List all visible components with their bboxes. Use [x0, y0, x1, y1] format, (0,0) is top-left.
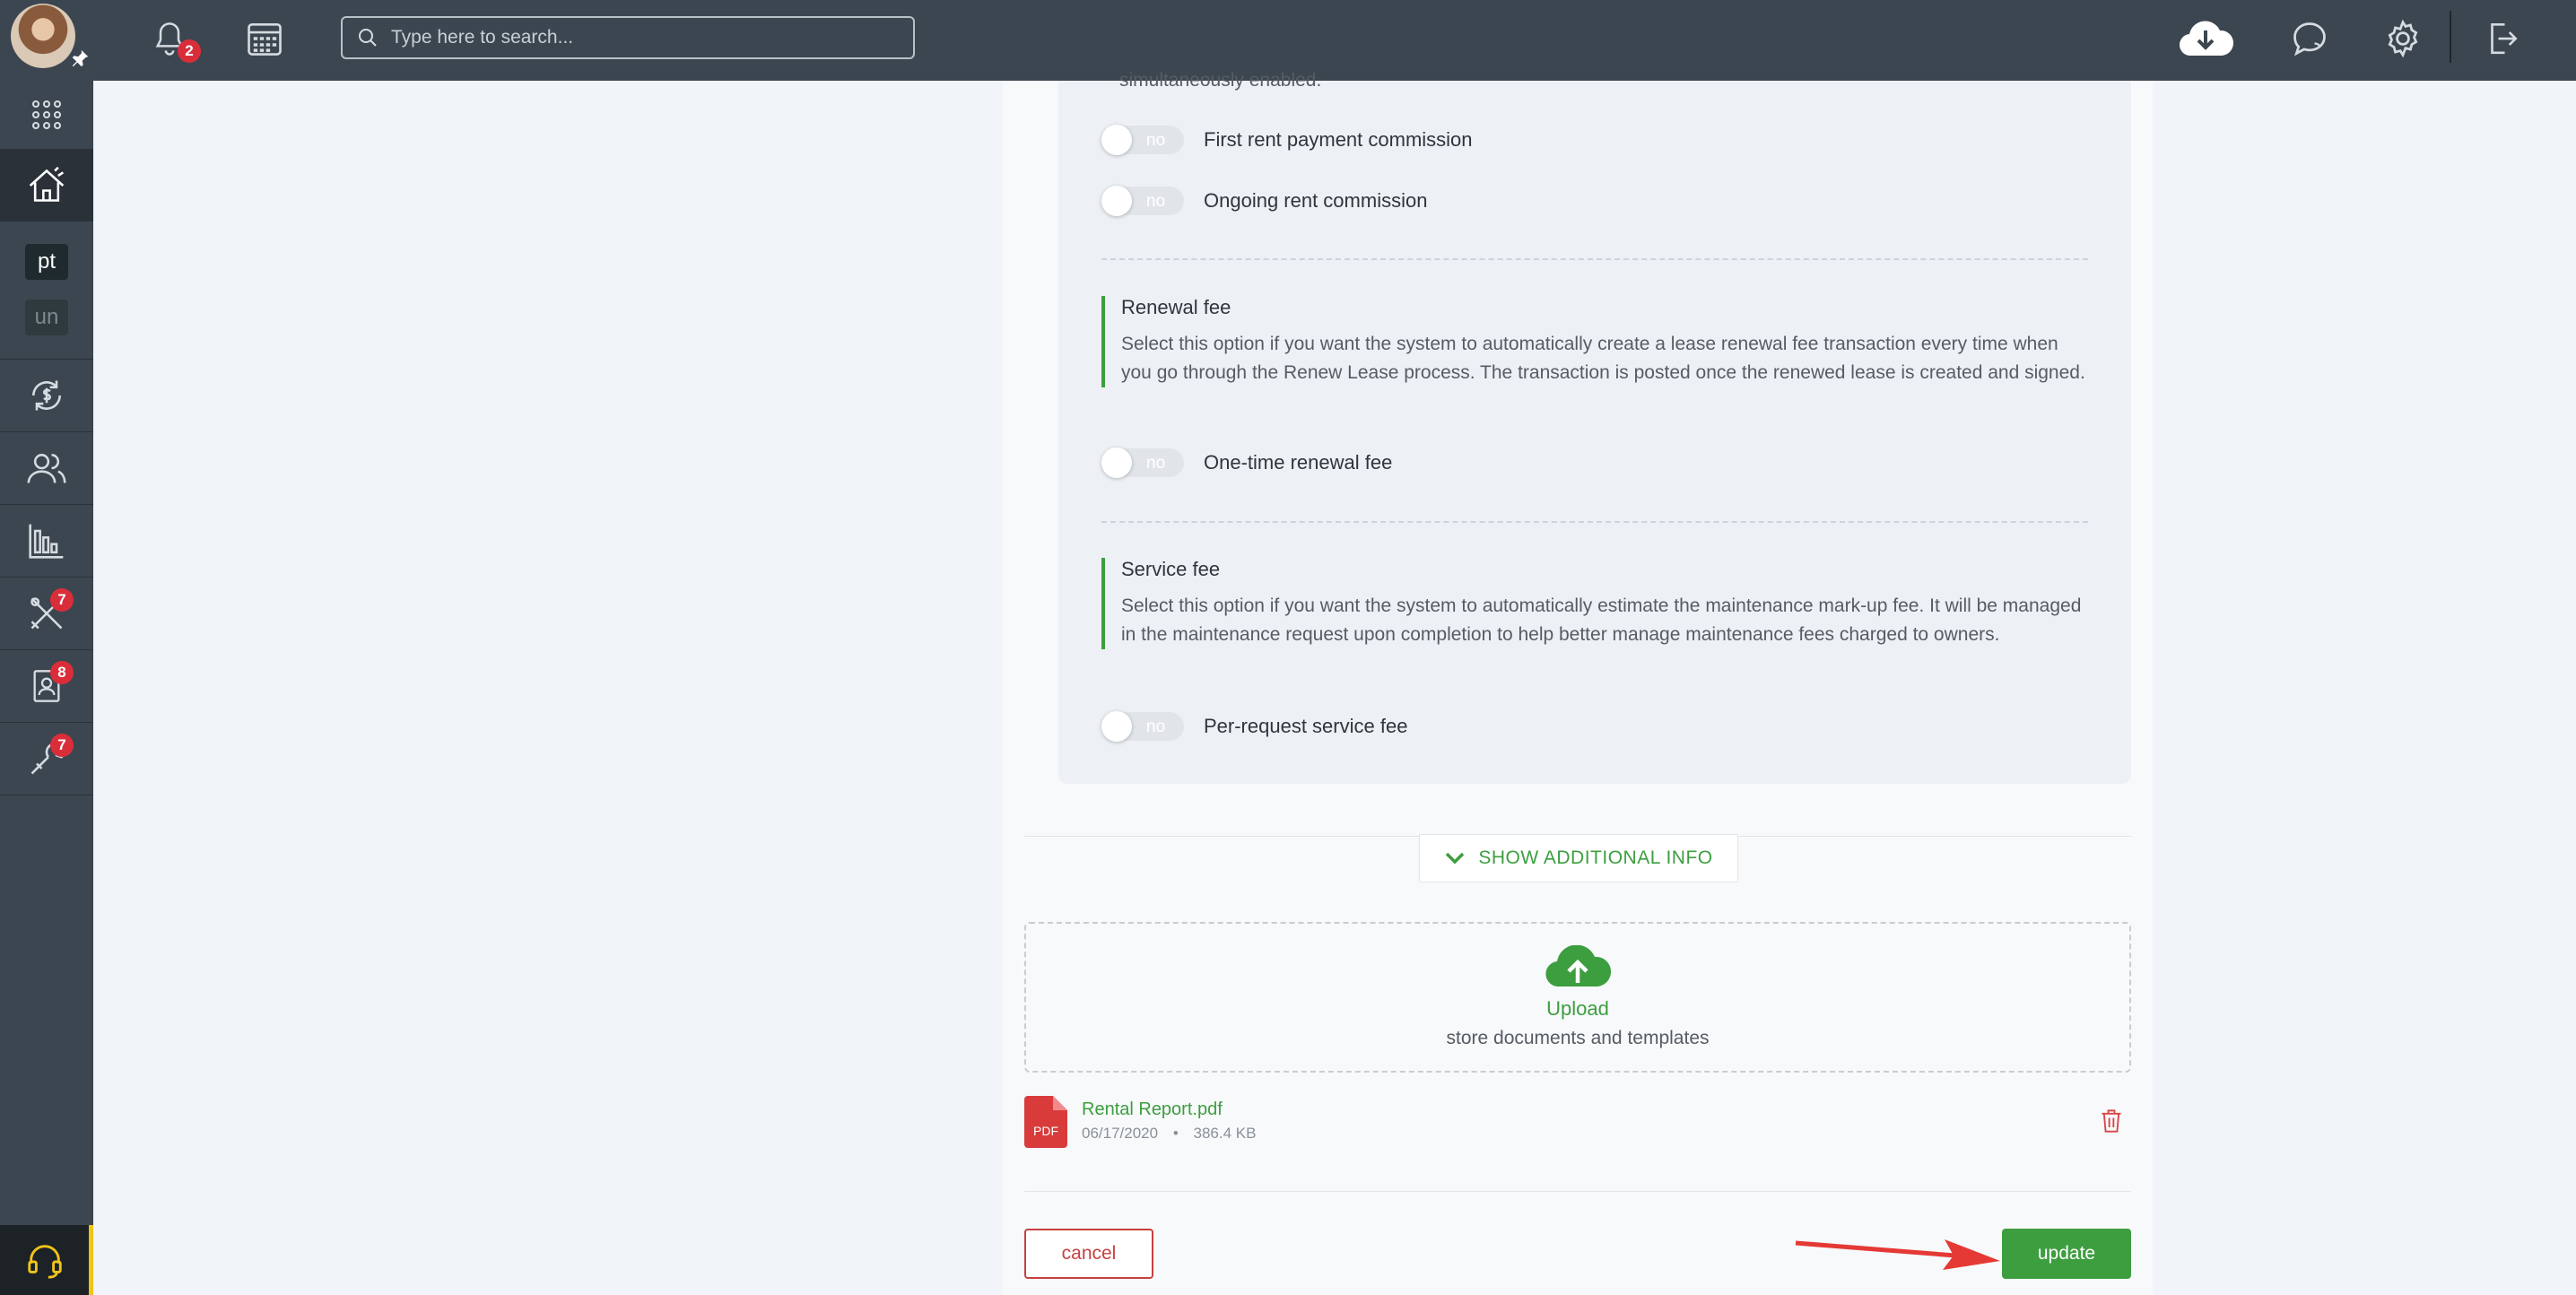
- section-divider: [1101, 258, 2088, 260]
- house-icon: [29, 166, 65, 202]
- toggle-knob: [1101, 125, 1132, 155]
- cloud-download-icon: [2179, 21, 2234, 56]
- chevron-down-icon: [1446, 852, 1465, 865]
- bar-chart-icon: [29, 524, 64, 559]
- renewal-fee-description: Select this option if you want the syste…: [1121, 334, 2085, 383]
- service-fee-title: Service fee: [1121, 558, 1221, 580]
- topbar-divider: [2450, 11, 2451, 63]
- sidebar-item-people[interactable]: [0, 432, 93, 504]
- tools-badge: 7: [50, 734, 74, 757]
- first-rent-commission-label: First rent payment commission: [1204, 128, 1473, 151]
- toggle-knob: [1101, 711, 1132, 742]
- sidebar-abbr-pt: pt: [25, 244, 68, 280]
- sidebar-item-un[interactable]: un: [0, 298, 93, 337]
- sidebar: pt un 7 8 7: [0, 81, 93, 1295]
- pin-icon[interactable]: [70, 48, 90, 68]
- renewal-fee-toggle[interactable]: no: [1101, 448, 1184, 478]
- notifications-badge: 2: [178, 39, 201, 63]
- search-input[interactable]: [391, 27, 893, 48]
- contacts-badge: 8: [50, 661, 74, 684]
- service-fee-description: Select this option if you want the syste…: [1121, 595, 2082, 645]
- toggle-knob: [1101, 448, 1132, 478]
- service-fee-label: Per-request service fee: [1204, 715, 1408, 737]
- divider: [1024, 1191, 2131, 1192]
- toggle-knob: [1101, 186, 1132, 216]
- calendar-icon: [248, 22, 282, 56]
- red-arrow-annotation: [1795, 1239, 2000, 1270]
- show-additional-info-button[interactable]: SHOW ADDITIONAL INFO: [1419, 834, 1738, 882]
- pdf-file-icon: PDF: [1024, 1096, 1067, 1148]
- show-additional-info-label: SHOW ADDITIONAL INFO: [1478, 847, 1713, 868]
- service-fee-toggle[interactable]: no: [1101, 711, 1184, 742]
- cancel-button[interactable]: cancel: [1024, 1229, 1153, 1279]
- first-rent-commission-toggle[interactable]: no: [1101, 125, 1184, 155]
- ongoing-rent-commission-row: no Ongoing rent commission: [1101, 186, 1428, 216]
- section-divider: [1101, 521, 2088, 523]
- download-button[interactable]: [2174, 14, 2237, 63]
- headset-icon: [27, 1245, 62, 1279]
- search-box: [341, 16, 915, 59]
- logout-icon: [2491, 22, 2518, 55]
- notifications-button[interactable]: 2: [147, 16, 201, 63]
- gear-icon: [2388, 19, 2418, 58]
- pdf-file-type-label: PDF: [1033, 1124, 1058, 1138]
- renewal-fee-title: Renewal fee: [1121, 296, 1231, 318]
- grid-icon: [31, 100, 62, 130]
- help-button[interactable]: [0, 1225, 93, 1295]
- file-name-link[interactable]: Rental Report.pdf: [1082, 1099, 1223, 1120]
- sidebar-abbr-un: un: [25, 300, 68, 335]
- sidebar-item-tools[interactable]: 7: [0, 723, 93, 795]
- maintenance-badge: 7: [50, 588, 74, 612]
- sidebar-item-maintenance[interactable]: 7: [0, 578, 93, 649]
- file-meta-separator: •: [1172, 1125, 1179, 1142]
- sidebar-item-accounting[interactable]: [0, 360, 93, 431]
- service-fee-row: no Per-request service fee: [1101, 711, 1408, 742]
- trash-icon[interactable]: [2099, 1107, 2124, 1135]
- search-icon: [359, 29, 377, 47]
- sidebar-item-reports[interactable]: [0, 505, 93, 577]
- toggle-state-text: no: [1146, 454, 1166, 473]
- renewal-fee-row: no One-time renewal fee: [1101, 448, 1393, 478]
- sidebar-item-pt[interactable]: pt: [0, 242, 93, 282]
- ongoing-rent-commission-label: Ongoing rent commission: [1204, 189, 1428, 212]
- attached-file-row: PDF Rental Report.pdf 06/17/2020 • 386.4…: [1024, 1096, 2131, 1150]
- sidebar-item-contacts[interactable]: 8: [0, 650, 93, 722]
- upload-subtitle: store documents and templates: [1446, 1028, 1710, 1048]
- chat-button[interactable]: [2285, 16, 2334, 61]
- wrapped-description-text: simultaneously enabled.: [1119, 70, 1322, 91]
- logout-button[interactable]: [2479, 16, 2524, 61]
- upload-dropzone[interactable]: Upload store documents and templates: [1024, 922, 2131, 1073]
- file-date: 06/17/2020: [1082, 1125, 1159, 1142]
- money-cycle-icon: [32, 380, 61, 411]
- chat-icon: [2293, 22, 2326, 56]
- calendar-button[interactable]: [242, 18, 287, 59]
- toggle-state-text: no: [1146, 717, 1166, 736]
- toggle-state-text: no: [1146, 131, 1166, 150]
- user-avatar[interactable]: [11, 4, 75, 68]
- toggle-state-text: no: [1146, 192, 1166, 211]
- top-bar: 2: [0, 0, 2576, 81]
- settings-button[interactable]: [2380, 16, 2425, 61]
- users-icon: [27, 454, 66, 483]
- file-size: 386.4 KB: [1193, 1125, 1257, 1142]
- sidebar-item-apps[interactable]: [0, 81, 93, 149]
- upload-title: Upload: [1546, 997, 1609, 1020]
- file-meta: 06/17/2020 • 386.4 KB: [1082, 1125, 1256, 1143]
- cloud-upload-icon: [1545, 945, 1611, 987]
- renewal-fee-label: One-time renewal fee: [1204, 451, 1393, 474]
- service-fee-section: Service fee Select this option if you wa…: [1101, 558, 2088, 649]
- first-rent-commission-row: no First rent payment commission: [1101, 125, 1473, 155]
- renewal-fee-section: Renewal fee Select this option if you wa…: [1101, 296, 2088, 387]
- update-button[interactable]: update: [2002, 1229, 2131, 1279]
- ongoing-rent-commission-toggle[interactable]: no: [1101, 186, 1184, 216]
- sidebar-item-properties[interactable]: [0, 150, 93, 222]
